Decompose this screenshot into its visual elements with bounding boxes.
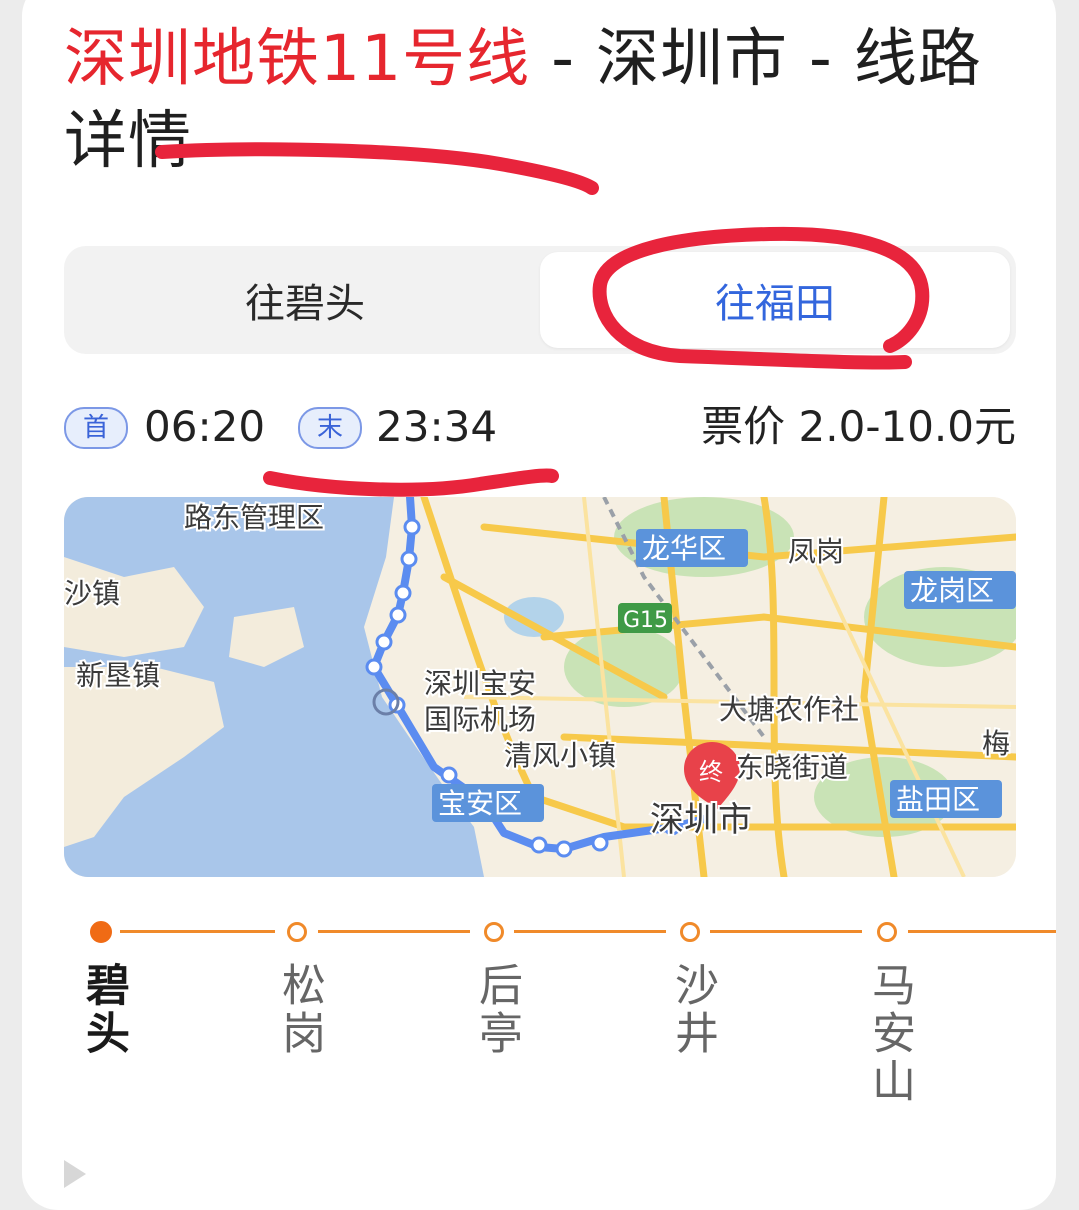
route-map[interactable]: 路东管理区 沙镇 新垦镇 深圳宝安 国际机场 清风小镇 凤岗 大塘农作社 东晓街… [64,497,1016,877]
station-houting[interactable]: 后亭 [467,962,527,1058]
station-list: 碧头 松岗 后亭 沙井 马安山 [22,900,1056,1200]
map-label-qingfeng: 清风小镇 [504,739,616,772]
map-label-airport-1: 深圳宝安 [424,667,536,700]
terminal-marker-label: 终 [699,758,723,786]
last-train-badge: 末 [298,407,362,449]
track-segment [908,930,1056,933]
map-label-shenzhen: 深圳市 [650,800,752,840]
station-shajing[interactable]: 沙井 [663,962,723,1058]
page-title: 深圳地铁11号线 - 深圳市 - 线路详情 [64,18,1024,182]
line-name: 深圳地铁11号线 [64,22,531,95]
track-segment [514,930,666,933]
first-train-badge: 首 [64,407,128,449]
map-label-fenggang: 凤岗 [788,535,844,568]
tab-direction-bitou[interactable]: 往碧头 [70,252,540,348]
map-label-datang: 大塘农作社 [719,693,859,726]
track-segment [120,930,275,933]
station-dot [680,922,700,942]
expand-arrow-icon[interactable] [64,1160,86,1188]
map-canvas: 路东管理区 沙镇 新垦镇 深圳宝安 国际机场 清风小镇 凤岗 大塘农作社 东晓街… [64,497,1016,877]
map-label-longhua: 龙华区 [642,532,726,565]
station-bitou[interactable]: 碧头 [74,962,134,1058]
schedule-row: 首 06:20 末 23:34 票价 2.0-10.0元 [64,400,1016,460]
direction-switch: 往碧头 往福田 [64,246,1016,354]
map-label-g15: G15 [623,608,668,633]
map-label-xinkenzhen: 新垦镇 [76,659,160,692]
map-label-shazhen: 沙镇 [64,577,120,610]
station-songgang[interactable]: 松岗 [270,962,330,1058]
station-maanshan[interactable]: 马安山 [860,962,920,1106]
map-label-dongxiao: 东晓街道 [736,751,848,784]
line-detail-card: 深圳地铁11号线 - 深圳市 - 线路详情 往碧头 往福田 首 06:20 末 … [22,0,1056,1210]
station-dot [877,922,897,942]
station-dot [484,922,504,942]
track-segment [318,930,470,933]
map-label-ludong: 路东管理区 [184,501,324,534]
track-segment [710,930,862,933]
map-label-mei: 梅 [982,727,1010,760]
fare-range: 票价 2.0-10.0元 [701,402,1016,451]
station-dot [287,922,307,942]
map-label-baoan: 宝安区 [438,787,522,820]
map-label-airport-2: 国际机场 [424,703,536,736]
map-label-yantian: 盐田区 [896,783,980,816]
last-train-time: 23:34 [376,402,498,451]
first-train-time: 06:20 [144,402,266,451]
tab-direction-futian[interactable]: 往福田 [540,252,1010,348]
map-label-longgang: 龙岗区 [910,574,994,607]
station-dot-current [90,921,112,943]
